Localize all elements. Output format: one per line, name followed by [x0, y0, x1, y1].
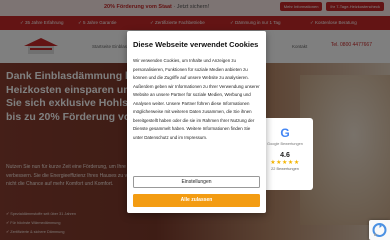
cookie-settings-button[interactable]: Einstellungen [133, 176, 260, 188]
dialog-body: Wir verwenden Cookies, um Inhalte und An… [133, 58, 260, 140]
accept-all-button[interactable]: Alle zulassen [133, 194, 260, 207]
recaptcha-icon [372, 223, 387, 237]
dialog-title: Diese Webseite verwendet Cookies [133, 40, 259, 49]
recaptcha-badge[interactable] [369, 220, 390, 240]
